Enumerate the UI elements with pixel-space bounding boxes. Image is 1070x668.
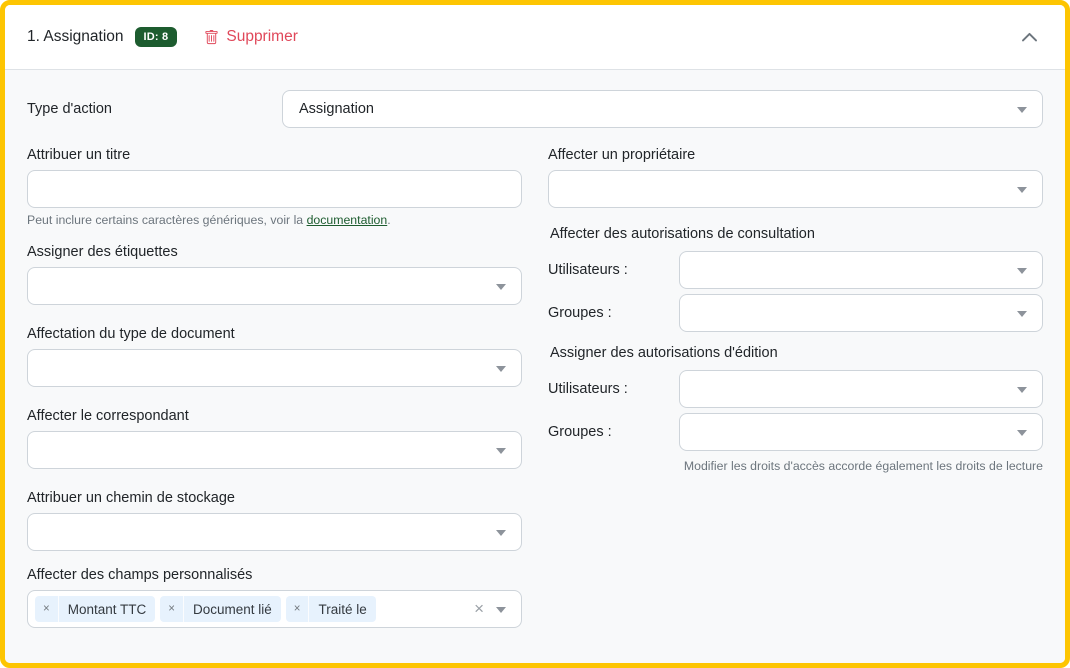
caret-down-icon <box>496 284 506 290</box>
chip-label: Traité le <box>309 596 375 622</box>
view-users-label: Utilisateurs : <box>548 262 679 278</box>
chip-label: Montant TTC <box>59 596 156 622</box>
correspondent-select[interactable] <box>27 431 522 469</box>
chip-remove-icon[interactable]: × <box>286 596 310 622</box>
chevron-up-icon <box>1020 28 1039 47</box>
view-users-select[interactable] <box>679 251 1043 289</box>
delete-action-button[interactable]: Supprimer <box>204 28 298 46</box>
custom-fields-multiselect[interactable]: × Montant TTC × Document lié × Traité le <box>27 590 522 628</box>
action-type-label: Type d'action <box>27 101 282 117</box>
chip-montant-ttc: × Montant TTC <box>35 596 155 622</box>
edit-permissions-label: Assigner des autorisations d'édition <box>550 345 1043 361</box>
edit-groups-select[interactable] <box>679 413 1043 451</box>
action-card-body: Type d'action Assignation Attribuer un t… <box>5 69 1065 663</box>
caret-down-icon <box>1017 107 1027 113</box>
tags-select[interactable] <box>27 267 522 305</box>
caret-down-icon <box>1017 311 1027 317</box>
left-column: Attribuer un titre Peut inclure certains… <box>27 147 522 649</box>
action-type-value: Assignation <box>299 101 374 117</box>
view-permissions-block: Utilisateurs : Groupes : <box>548 251 1043 332</box>
view-users-row: Utilisateurs : <box>548 251 1043 289</box>
view-groups-select[interactable] <box>679 294 1043 332</box>
action-type-row: Type d'action Assignation <box>27 90 1043 128</box>
view-groups-row: Groupes : <box>548 294 1043 332</box>
trash-icon <box>204 30 219 45</box>
delete-button-label: Supprimer <box>226 28 298 46</box>
owner-select[interactable] <box>548 170 1043 208</box>
caret-down-icon <box>496 366 506 372</box>
owner-label: Affecter un propriétaire <box>548 147 1043 163</box>
assign-title-label: Attribuer un titre <box>27 147 522 163</box>
edit-groups-label: Groupes : <box>548 424 679 440</box>
caret-down-icon <box>496 530 506 536</box>
correspondent-label: Affecter le correspondant <box>27 408 522 424</box>
chip-traite-le: × Traité le <box>286 596 376 622</box>
documentation-link[interactable]: documentation <box>307 213 388 227</box>
edit-users-row: Utilisateurs : <box>548 370 1043 408</box>
caret-down-icon <box>1017 268 1027 274</box>
action-title: 1. Assignation <box>27 28 124 46</box>
title-input[interactable] <box>27 170 522 208</box>
clear-all-icon[interactable]: × <box>474 600 484 617</box>
caret-down-icon <box>1017 430 1027 436</box>
correspondent-group: Affecter le correspondant <box>27 408 522 469</box>
edit-permissions-block: Utilisateurs : Groupes : Modifier les dr… <box>548 370 1043 473</box>
caret-down-icon <box>1017 187 1027 193</box>
action-card-header: 1. Assignation ID: 8 Supprimer <box>5 5 1065 69</box>
view-groups-label: Groupes : <box>548 305 679 321</box>
edit-groups-row: Groupes : <box>548 413 1043 451</box>
storage-path-group: Attribuer un chemin de stockage <box>27 490 522 551</box>
chip-remove-icon[interactable]: × <box>160 596 184 622</box>
title-hint: Peut inclure certains caractères génériq… <box>27 213 522 227</box>
view-permissions-label: Affecter des autorisations de consultati… <box>550 226 1043 242</box>
caret-down-icon <box>1017 387 1027 393</box>
title-hint-suffix: . <box>387 213 390 227</box>
workflow-action-panel: 1. Assignation ID: 8 Supprimer <box>0 0 1070 668</box>
custom-fields-group: Affecter des champs personnalisés × Mont… <box>27 567 522 628</box>
form-columns: Attribuer un titre Peut inclure certains… <box>27 147 1043 649</box>
document-type-group: Affectation du type de document <box>27 326 522 387</box>
collapse-button[interactable] <box>1018 26 1041 49</box>
custom-fields-label: Affecter des champs personnalisés <box>27 567 522 583</box>
document-type-select[interactable] <box>27 349 522 387</box>
storage-path-label: Attribuer un chemin de stockage <box>27 490 522 506</box>
chip-label: Document lié <box>184 596 281 622</box>
assign-tags-label: Assigner des étiquettes <box>27 244 522 260</box>
chip-remove-icon[interactable]: × <box>35 596 59 622</box>
right-column: Affecter un propriétaire Affecter des au… <box>548 147 1043 649</box>
document-type-label: Affectation du type de document <box>27 326 522 342</box>
action-type-select[interactable]: Assignation <box>282 90 1043 128</box>
action-card: 1. Assignation ID: 8 Supprimer <box>0 0 1070 668</box>
assign-title-group: Attribuer un titre Peut inclure certains… <box>27 147 522 227</box>
title-hint-text: Peut inclure certains caractères génériq… <box>27 213 307 227</box>
caret-down-icon <box>496 607 506 613</box>
owner-group: Affecter un propriétaire <box>548 147 1043 208</box>
edit-users-select[interactable] <box>679 370 1043 408</box>
id-badge: ID: 8 <box>135 27 178 47</box>
edit-users-label: Utilisateurs : <box>548 381 679 397</box>
caret-down-icon <box>496 448 506 454</box>
storage-path-select[interactable] <box>27 513 522 551</box>
chip-document-lie: × Document lié <box>160 596 281 622</box>
assign-tags-group: Assigner des étiquettes <box>27 244 522 305</box>
permissions-note: Modifier les droits d'accès accorde égal… <box>548 459 1043 473</box>
